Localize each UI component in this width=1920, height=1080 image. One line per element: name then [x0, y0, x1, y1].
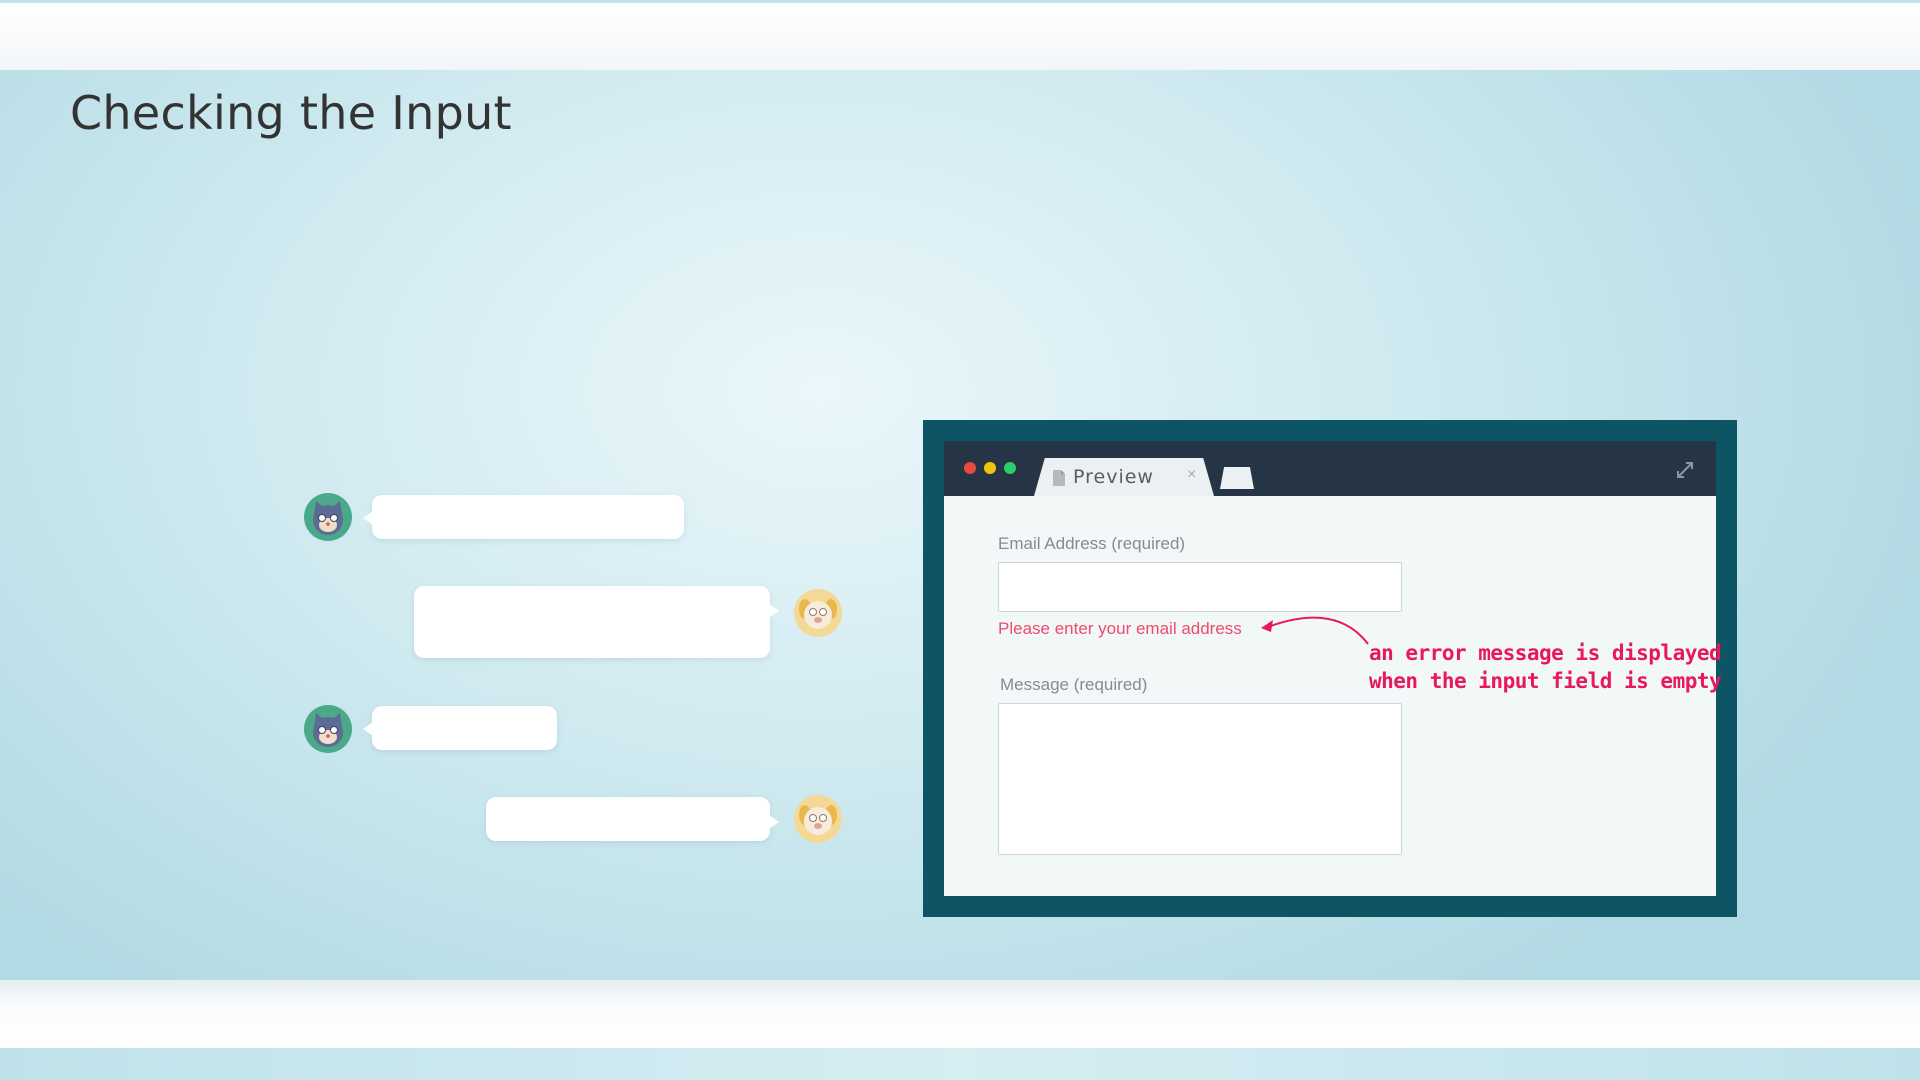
dog-avatar-icon — [794, 589, 842, 637]
cat-avatar-icon — [304, 705, 352, 753]
document-icon — [1053, 470, 1065, 486]
chat-bubble — [414, 586, 779, 658]
new-tab-button[interactable] — [1220, 467, 1254, 489]
annotation-arrow-icon — [1261, 616, 1369, 645]
tab-label: Preview — [1073, 466, 1154, 488]
chat-bubble — [486, 797, 779, 841]
email-field[interactable] — [998, 562, 1402, 612]
annotation-line: an error message is displayed — [1369, 641, 1722, 665]
bottom-accent-strip — [0, 1048, 1920, 1080]
bottom-band — [0, 980, 1920, 1048]
tab-close-icon[interactable]: × — [1187, 466, 1196, 484]
dog-avatar-icon — [794, 795, 842, 843]
top-band — [0, 3, 1920, 70]
expand-icon[interactable] — [1675, 460, 1695, 480]
cat-avatar-icon — [304, 493, 352, 541]
minimize-window-dot[interactable] — [984, 462, 996, 474]
email-error-message: Please enter your email address — [998, 619, 1242, 638]
annotation-line: when the input field is empty — [1369, 669, 1722, 693]
close-window-dot[interactable] — [964, 462, 976, 474]
message-label: Message (required) — [1000, 675, 1148, 694]
zoom-window-dot[interactable] — [1004, 462, 1016, 474]
annotation-note: an error message is displayed when the i… — [1369, 639, 1722, 695]
message-field[interactable] — [998, 703, 1402, 855]
chat-bubble — [363, 706, 557, 750]
chat-bubble — [363, 495, 684, 539]
slide-title: Checking the Input — [70, 86, 512, 140]
email-label: Email Address (required) — [998, 534, 1186, 553]
